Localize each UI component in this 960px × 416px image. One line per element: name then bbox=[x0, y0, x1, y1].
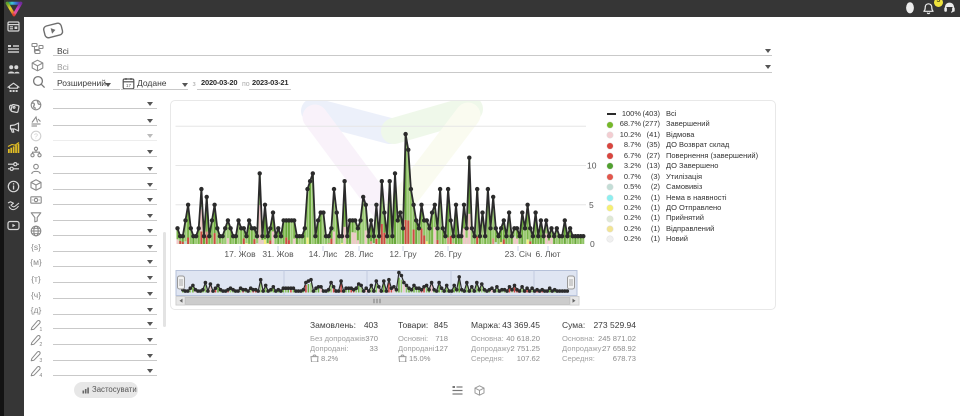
svg-text:3: 3 bbox=[39, 358, 42, 362]
svg-text:17. Жов: 17. Жов bbox=[224, 249, 256, 259]
svg-text:26. Гру: 26. Гру bbox=[434, 249, 462, 259]
svg-text:4: 4 bbox=[39, 373, 42, 377]
svg-text:2: 2 bbox=[39, 342, 42, 346]
svg-text:5: 5 bbox=[589, 200, 594, 210]
svg-text:28. Лис: 28. Лис bbox=[345, 249, 375, 259]
svg-text:x: x bbox=[318, 359, 319, 362]
svg-text:6. Лют: 6. Лют bbox=[535, 249, 560, 259]
svg-text:x: x bbox=[406, 359, 407, 362]
svg-text:14. Лис: 14. Лис bbox=[309, 249, 339, 259]
svg-text:0: 0 bbox=[590, 239, 595, 249]
svg-text:31. Жов: 31. Жов bbox=[262, 249, 294, 259]
svg-text:12. Гру: 12. Гру bbox=[389, 249, 417, 259]
svg-text:1: 1 bbox=[39, 327, 42, 331]
svg-text:10: 10 bbox=[587, 161, 597, 171]
svg-text:23. Січ: 23. Січ bbox=[505, 249, 532, 259]
